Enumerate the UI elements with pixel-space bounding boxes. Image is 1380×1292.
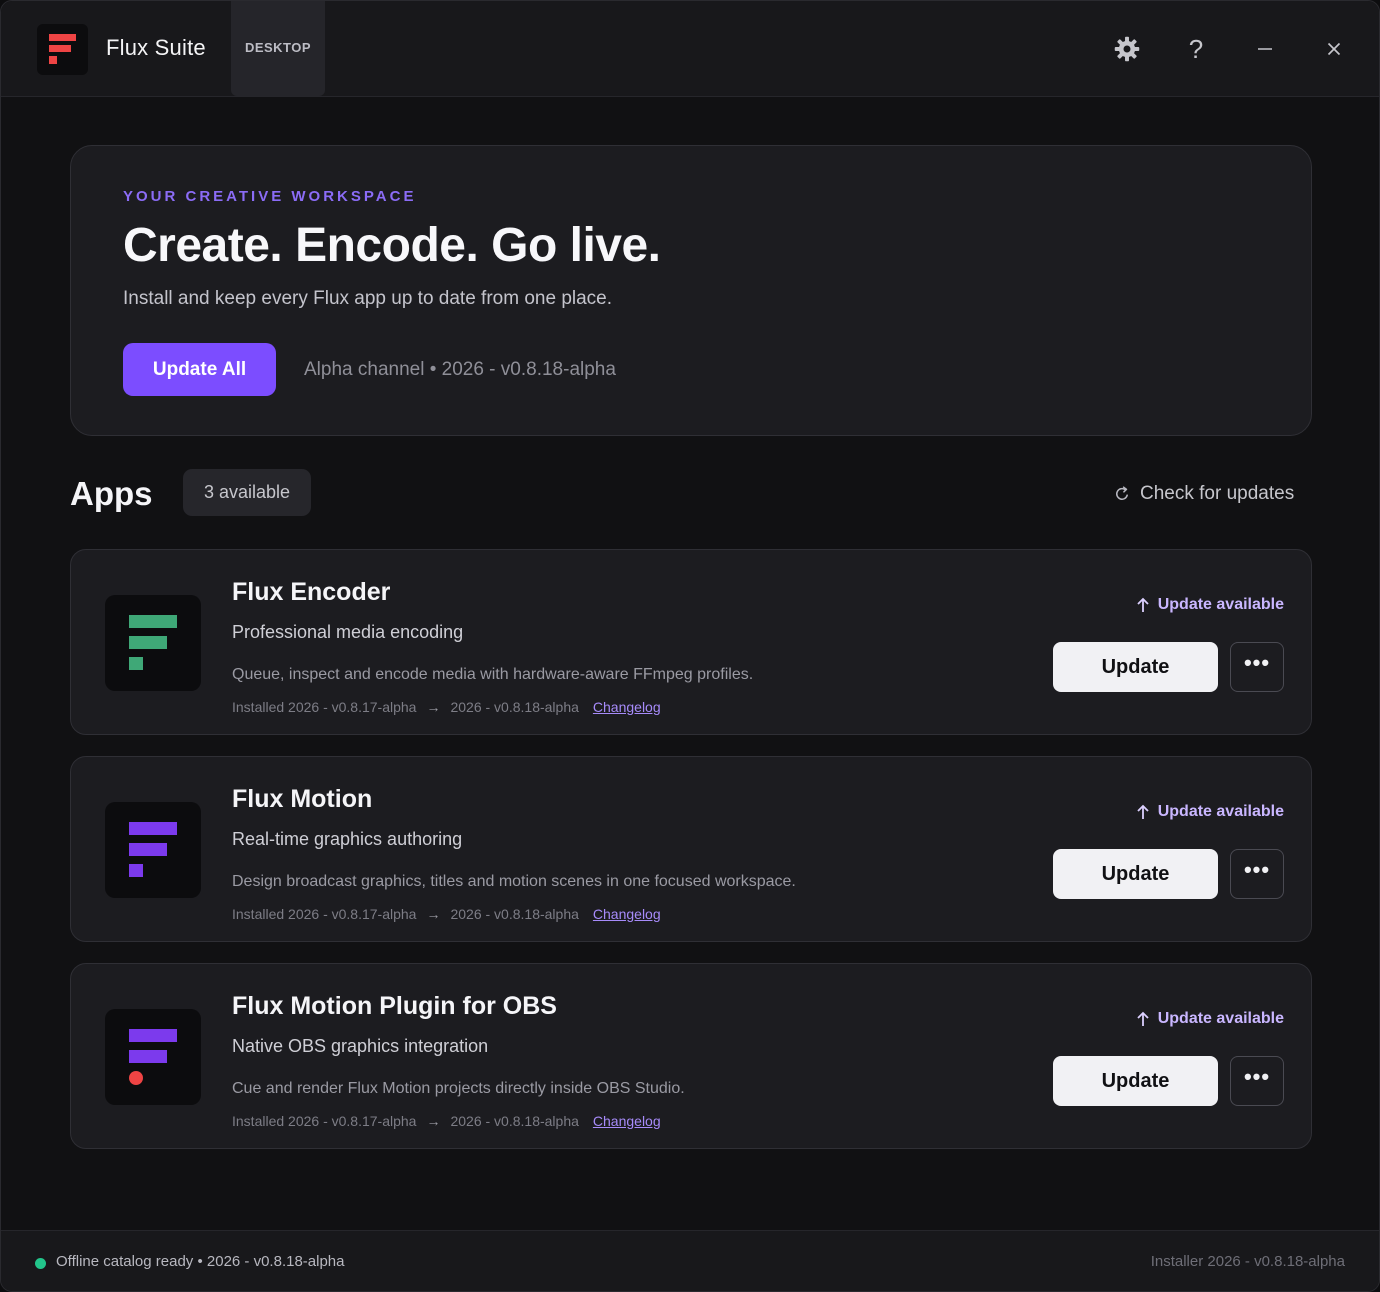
app-version-info: Installed 2026 - v0.8.17-alpha → 2026 - … <box>232 906 661 922</box>
arrow-up-icon <box>1137 804 1149 819</box>
arrow-up-icon <box>1137 1011 1149 1026</box>
more-options-button[interactable]: ••• <box>1230 849 1284 899</box>
app-version-info: Installed 2026 - v0.8.17-alpha → 2026 - … <box>232 1113 661 1129</box>
more-options-button[interactable]: ••• <box>1230 642 1284 692</box>
app-card-flux-motion: Flux Motion Real-time graphics authoring… <box>70 756 1312 942</box>
minimize-button[interactable] <box>1245 29 1285 69</box>
arrow-right-icon: → <box>426 699 441 715</box>
settings-button[interactable] <box>1107 29 1147 69</box>
app-description: Queue, inspect and encode media with har… <box>232 666 754 683</box>
hero-eyebrow: YOUR CREATIVE WORKSPACE <box>123 188 417 205</box>
edition-chip: DESKTOP <box>231 1 325 96</box>
hero-panel: YOUR CREATIVE WORKSPACE Create. Encode. … <box>70 145 1312 436</box>
app-description: Design broadcast graphics, titles and mo… <box>232 873 796 890</box>
available-version: 2026 - v0.8.18-alpha <box>450 1113 579 1129</box>
update-status-label: Update available <box>1157 596 1284 613</box>
title-bar: Flux Suite DESKTOP ? <box>1 1 1379 97</box>
check-for-updates-button[interactable]: Check for updates <box>1113 481 1294 507</box>
refresh-icon <box>1116 486 1128 500</box>
apps-count-badge: 3 available <box>183 469 311 516</box>
app-card-flux-motion-obs-plugin: Flux Motion Plugin for OBS Native OBS gr… <box>70 963 1312 1149</box>
flux-encoder-app-icon <box>105 595 201 691</box>
apps-section-title: Apps <box>70 475 153 512</box>
update-button[interactable]: Update <box>1053 1056 1218 1106</box>
app-name: Flux Motion <box>232 785 373 813</box>
minimize-icon <box>1258 48 1272 50</box>
arrow-right-icon: → <box>426 1113 441 1129</box>
flux-logo-icon <box>37 24 88 75</box>
update-status-label: Update available <box>1157 803 1284 820</box>
changelog-link[interactable]: Changelog <box>593 699 661 715</box>
status-footer: Offline catalog ready • 2026 - v0.8.18-a… <box>1 1230 1379 1291</box>
app-title: Flux Suite <box>106 35 206 60</box>
hero-subtitle: Install and keep every Flux app up to da… <box>123 288 613 309</box>
catalog-status: Offline catalog ready • 2026 - v0.8.18-a… <box>56 1253 345 1270</box>
flux-obs-plugin-app-icon <box>105 1009 201 1105</box>
app-tagline: Real-time graphics authoring <box>232 829 463 849</box>
update-all-button[interactable]: Update All <box>123 343 276 396</box>
update-status: Update available <box>1136 596 1284 614</box>
hero-title: Create. Encode. Go live. <box>123 219 661 272</box>
status-indicator-icon <box>35 1258 46 1269</box>
arrow-up-icon <box>1137 597 1149 612</box>
available-version: 2026 - v0.8.18-alpha <box>450 699 579 715</box>
changelog-link[interactable]: Changelog <box>593 906 661 922</box>
check-for-updates-label: Check for updates <box>1140 483 1295 504</box>
update-status-label: Update available <box>1157 1010 1284 1027</box>
arrow-right-icon: → <box>426 906 441 922</box>
app-version-info: Installed 2026 - v0.8.17-alpha → 2026 - … <box>232 699 661 715</box>
close-button[interactable] <box>1314 29 1354 69</box>
more-options-button[interactable]: ••• <box>1230 1056 1284 1106</box>
app-description: Cue and render Flux Motion projects dire… <box>232 1080 685 1097</box>
close-icon <box>1327 42 1341 56</box>
channel-info: Alpha channel • 2026 - v0.8.18-alpha <box>304 359 616 380</box>
changelog-link[interactable]: Changelog <box>593 1113 661 1129</box>
update-button[interactable]: Update <box>1053 849 1218 899</box>
update-status: Update available <box>1136 803 1284 821</box>
update-button[interactable]: Update <box>1053 642 1218 692</box>
installed-version: Installed 2026 - v0.8.17-alpha <box>232 1113 417 1129</box>
update-status: Update available <box>1136 1010 1284 1028</box>
gear-icon <box>1114 36 1140 62</box>
installer-version: Installer 2026 - v0.8.18-alpha <box>1150 1253 1345 1270</box>
app-card-flux-encoder: Flux Encoder Professional media encoding… <box>70 549 1312 735</box>
help-button[interactable]: ? <box>1176 29 1216 69</box>
app-tagline: Professional media encoding <box>232 622 464 642</box>
installed-version: Installed 2026 - v0.8.17-alpha <box>232 906 417 922</box>
installed-version: Installed 2026 - v0.8.17-alpha <box>232 699 417 715</box>
flux-motion-app-icon <box>105 802 201 898</box>
available-version: 2026 - v0.8.18-alpha <box>450 906 579 922</box>
app-name: Flux Motion Plugin for OBS <box>232 992 557 1020</box>
installer-window: Flux Suite DESKTOP ? YOUR CREATIVE WORKS… <box>0 0 1380 1292</box>
app-tagline: Native OBS graphics integration <box>232 1036 489 1056</box>
app-name: Flux Encoder <box>232 578 391 606</box>
